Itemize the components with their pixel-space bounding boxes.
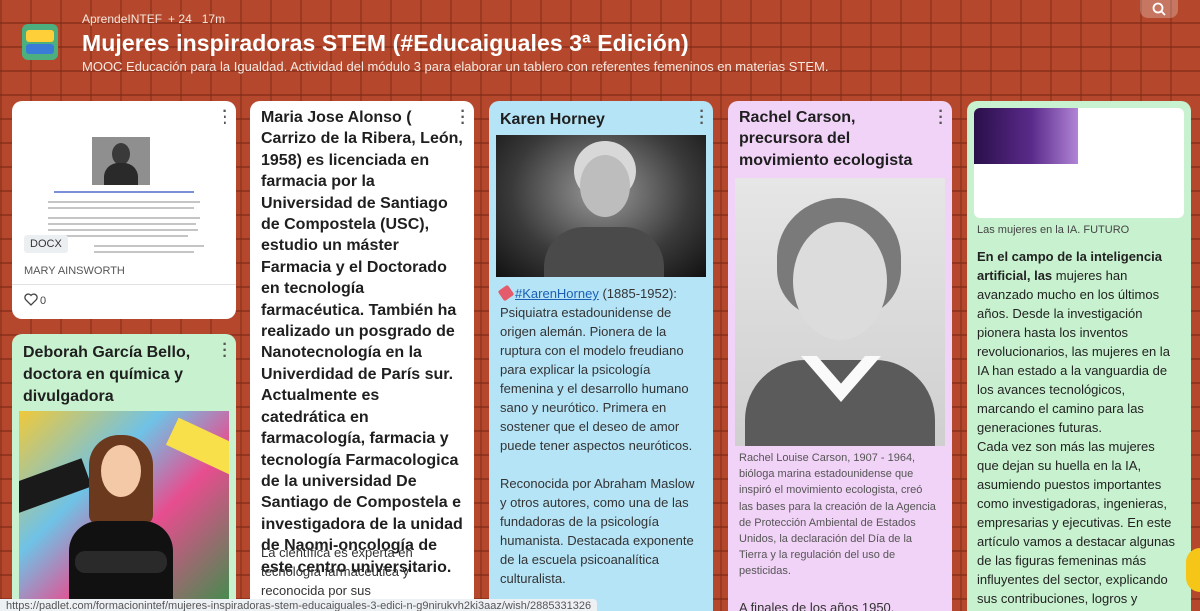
post-image[interactable] bbox=[735, 178, 945, 446]
link-preview-image bbox=[974, 108, 1078, 164]
card-divider bbox=[12, 284, 236, 285]
post-body-paragraph: Cada vez son más las mujeres que dejan s… bbox=[977, 439, 1175, 611]
post-image[interactable] bbox=[496, 135, 706, 277]
post-body-paragraph: (1885-1952): Psiquiatra estadounidense d… bbox=[500, 286, 693, 453]
pin-icon bbox=[497, 284, 515, 302]
post-title: Maria Jose Alonso ( Carrizo de la Ribera… bbox=[261, 109, 463, 576]
post-body: #KarenHorney (1885-1952): Psiquiatra est… bbox=[497, 284, 704, 588]
board-updated-time: 17m bbox=[201, 12, 226, 26]
file-type-badge: DOCX bbox=[24, 235, 68, 253]
board-contributors-count[interactable]: + 24 bbox=[168, 12, 192, 26]
board-meta: AprendeINTEF + 24 17m bbox=[82, 12, 231, 26]
hashtag-link[interactable]: #KarenHorney bbox=[515, 286, 599, 301]
post-card-deborah-garcia[interactable]: · · · Deborah García Bello, doctora en quí… bbox=[12, 334, 236, 611]
document-preview[interactable] bbox=[24, 113, 224, 253]
link-title[interactable]: Las mujeres en la IA. FUTURO bbox=[977, 224, 1129, 236]
heart-icon[interactable] bbox=[24, 293, 38, 306]
post-image[interactable] bbox=[19, 411, 229, 611]
board-logo-icon[interactable] bbox=[22, 24, 58, 60]
board-title: Mujeres inspiradoras STEM (#Educaiguales… bbox=[82, 30, 689, 56]
search-button[interactable] bbox=[1140, 0, 1178, 18]
like-count: 0 bbox=[40, 295, 47, 307]
post-menu-icon[interactable]: ··· bbox=[220, 337, 230, 365]
post-card-mujeres-ia[interactable]: ··· Las mujeres en la IA. FUTURO En el c… bbox=[967, 101, 1191, 611]
board-description: MOOC Educación para la Igualdad. Activid… bbox=[82, 59, 829, 74]
post-menu-icon[interactable]: ··· bbox=[697, 104, 707, 132]
post-title: Rachel Carson, precursora del movimiento… bbox=[739, 109, 913, 169]
attachment-name: MARY AINSWORTH bbox=[24, 265, 125, 277]
image-caption: Rachel Louise Carson, 1907 - 1964, biólo… bbox=[739, 452, 936, 578]
post-card-rachel-carson[interactable]: · · · Rachel Carson, precursora del movimi… bbox=[728, 101, 952, 611]
browser-status-url: https://padlet.com/formacionintef/mujere… bbox=[0, 599, 598, 611]
post-body-paragraph: Reconocida por Abraham Maslow y otros au… bbox=[500, 476, 695, 586]
post-body: En el campo de la inteligencia artificia… bbox=[977, 247, 1177, 611]
post-body: A finales de los años 1950, bbox=[739, 600, 895, 611]
post-card-mary-ainsworth[interactable]: · · · DOCX MARY AINSWORTH 0 bbox=[12, 101, 236, 319]
board-header: AprendeINTEF + 24 17m Mujeres inspiradoras… bbox=[0, 0, 1200, 92]
post-card-karen-horney[interactable]: · · · Karen Horney #KarenHorney (1885-1952… bbox=[489, 101, 713, 611]
post-title: Karen Horney bbox=[500, 111, 605, 128]
post-card-maria-jose-alonso[interactable]: · · · Maria Jose Alonso ( Carrizo de la Ri… bbox=[250, 101, 474, 611]
document-photo bbox=[92, 137, 150, 185]
search-icon bbox=[1152, 2, 1166, 16]
post-title: Deborah García Bello, doctora en química… bbox=[23, 344, 191, 405]
board-author[interactable]: AprendeINTEF bbox=[82, 12, 162, 26]
post-body-paragraph: mujeres han avanzado mucho en los último… bbox=[977, 268, 1170, 435]
link-preview[interactable] bbox=[974, 108, 1184, 218]
post-body: La científica es experta en tecnología f… bbox=[261, 545, 413, 598]
floating-action-button[interactable] bbox=[1186, 548, 1200, 592]
